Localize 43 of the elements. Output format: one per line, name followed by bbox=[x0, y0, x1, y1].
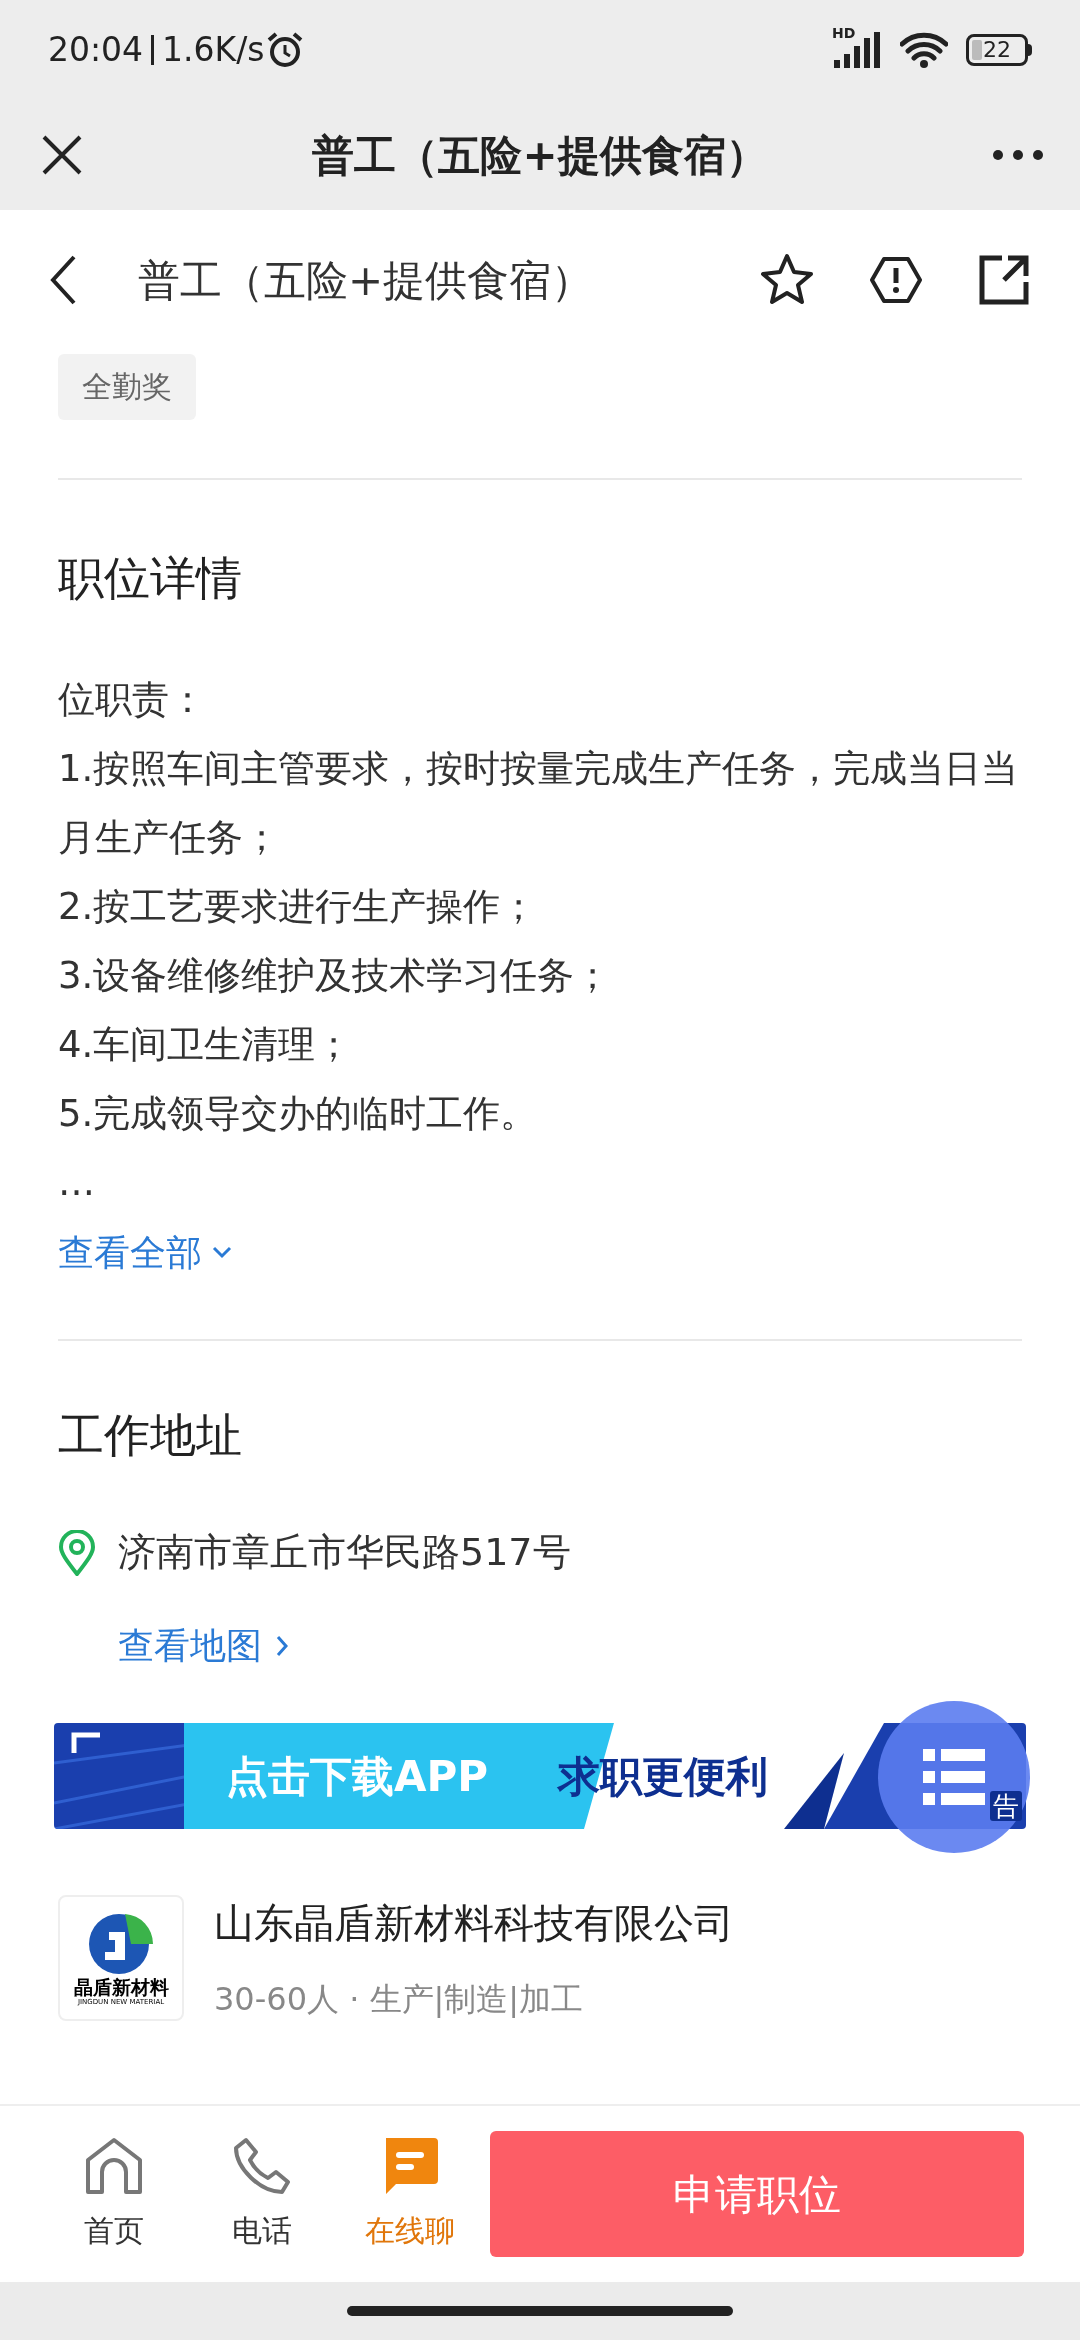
section-heading: 工作地址 bbox=[58, 1407, 243, 1464]
report-icon[interactable] bbox=[870, 256, 922, 304]
phone-icon bbox=[232, 2135, 292, 2196]
description-line: … bbox=[58, 1160, 96, 1206]
network-speed: 1.6K/s bbox=[162, 29, 265, 72]
star-icon[interactable] bbox=[760, 253, 814, 307]
more-icon bbox=[992, 149, 1044, 161]
share-icon[interactable] bbox=[978, 254, 1030, 306]
description-line: 1.按照车间主管要求，按时按量完成生产任务，完成当日当月生产任务； bbox=[58, 746, 1020, 861]
chevron-right-icon bbox=[276, 1635, 288, 1657]
window-title: 普工（五险+提供食宿） bbox=[312, 129, 768, 182]
description-line: 4.车间卫生清理； bbox=[58, 1022, 354, 1068]
description-line: 3.设备维修维护及技术学习任务； bbox=[58, 953, 613, 999]
close-icon bbox=[42, 135, 82, 175]
logo-text: 晶盾新材料 bbox=[73, 1978, 169, 1997]
job-title: 普工（五险+提供食宿） bbox=[138, 254, 595, 307]
ad-label: 告 bbox=[990, 1791, 1022, 1821]
description-line: 2.按工艺要求进行生产操作； bbox=[58, 884, 539, 930]
view-all-link[interactable]: 查看全部 bbox=[58, 1223, 232, 1283]
nav-tab[interactable]: 电话 bbox=[188, 2135, 336, 2253]
banner-text: 点击下载APP bbox=[226, 1750, 489, 1803]
list-icon bbox=[923, 1749, 985, 1805]
nav-tab[interactable]: 首页 bbox=[40, 2135, 188, 2253]
battery-level: 22 bbox=[983, 39, 1011, 61]
home-icon bbox=[84, 2135, 144, 2196]
company-name: 山东晶盾新材料科技有限公司 bbox=[214, 1899, 734, 1948]
network-type-label: HD bbox=[832, 26, 856, 40]
company-info: 30-60人 · 生产|制造|加工 bbox=[214, 1979, 585, 2020]
view-map-link[interactable]: 查看地图 bbox=[118, 1619, 288, 1673]
back-icon bbox=[50, 255, 76, 305]
address-text: 济南市章丘市华民路517号 bbox=[118, 1529, 571, 1576]
description-line: 5.完成领导交办的临时工作。 bbox=[58, 1091, 539, 1137]
banner-text: 求职更便利 bbox=[558, 1750, 769, 1803]
location-pin-icon bbox=[58, 1529, 96, 1576]
apply-button[interactable]: 申请职位 bbox=[490, 2131, 1024, 2257]
battery-fill bbox=[972, 40, 982, 60]
clock-time: 20:04 bbox=[48, 29, 144, 72]
section-heading: 职位详情 bbox=[58, 550, 243, 607]
description-line: 位职责： bbox=[58, 677, 207, 723]
chevron-down-icon bbox=[212, 1246, 232, 1260]
wifi-icon bbox=[900, 32, 948, 68]
tag-label: 全勤奖 bbox=[58, 354, 196, 420]
nav-tab[interactable]: 在线聊 bbox=[336, 2135, 484, 2253]
